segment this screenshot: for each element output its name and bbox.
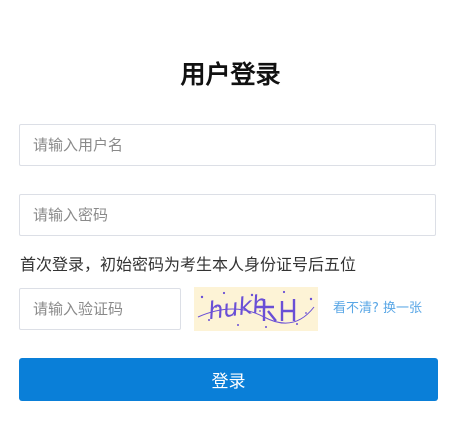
login-button[interactable]: 登录 [19,358,438,401]
first-login-hint: 首次登录，初始密码为考生本人身份证号后五位 [20,255,357,274]
refresh-captcha-link[interactable]: 看不清? 换一张 [333,299,422,319]
username-input[interactable] [19,124,436,166]
captcha-input[interactable] [19,288,181,330]
page-title: 用户登录 [180,60,281,89]
login-page: 用户登录 首次登录，初始密码为考生本人身份证号后五位 hukh 看不清? 换一张… [0,0,461,444]
password-input[interactable] [19,194,436,236]
captcha-image[interactable]: hukh [194,287,318,331]
